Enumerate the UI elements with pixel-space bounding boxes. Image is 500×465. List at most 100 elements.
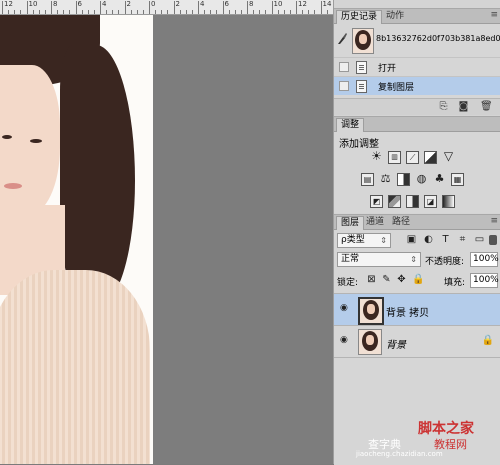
layer-row-background[interactable]: ◉ 背景 🔒: [334, 326, 500, 358]
history-source-checkbox[interactable]: [339, 62, 349, 72]
panel-menu-icon[interactable]: ≡: [490, 216, 498, 226]
tab-paths[interactable]: 路径: [388, 216, 414, 229]
right-panel-dock: 历史记录 动作 ≡ 8b13632762d0f703b381a8ed0... 打…: [333, 0, 500, 464]
layer-name[interactable]: 背景: [386, 336, 406, 351]
levels-icon[interactable]: ▥: [388, 151, 401, 164]
lock-position-icon[interactable]: ✥: [396, 274, 407, 285]
history-panel-tabs: 历史记录 动作 ≡: [334, 9, 500, 24]
tab-actions[interactable]: 动作: [382, 10, 408, 23]
blend-mode-value: 正常: [341, 254, 359, 264]
ruler-major-tick: [76, 1, 77, 14]
history-snapshot[interactable]: 8b13632762d0f703b381a8ed0...: [334, 25, 500, 55]
ruler-minor-tick: [192, 10, 193, 14]
curves-icon[interactable]: ⟋: [406, 151, 419, 164]
layer-filter-kind-value: ρ类型: [341, 235, 365, 245]
lock-fill-row: 锁定: ⊠ ✎ ✥ 🔒 填充: 100%: [334, 272, 500, 290]
layers-panel-tabs: 图层 通道 路径 ≡: [334, 215, 500, 230]
ruler-minor-tick: [308, 10, 309, 14]
ruler-label: 12: [4, 0, 13, 8]
history-brush-icon[interactable]: [337, 33, 347, 45]
tab-adjustments[interactable]: 调整: [336, 118, 364, 132]
layer-row-background-copy[interactable]: ◉ 背景 拷贝: [334, 294, 500, 326]
filter-shape-icon[interactable]: ⌗: [457, 234, 468, 245]
color-lookup-icon[interactable]: ▦: [451, 173, 464, 186]
ruler-major-tick: [100, 1, 101, 14]
ruler-minor-tick: [94, 10, 95, 14]
adjustments-row-1: ☀ ▥ ⟋ ▽: [334, 151, 500, 167]
layer-filter-kind-dropdown[interactable]: ρ类型 ⇕: [337, 233, 391, 248]
tab-channels[interactable]: 通道: [362, 216, 388, 229]
brightness-contrast-icon[interactable]: ☀: [370, 151, 383, 164]
ruler-minor-tick: [57, 10, 58, 14]
adjustments-row-2: ▤ ⚖ ◍ ♣ ▦: [334, 173, 500, 189]
ruler-minor-tick: [265, 10, 266, 14]
history-panel: 历史记录 动作 ≡ 8b13632762d0f703b381a8ed0... 打…: [334, 8, 500, 115]
lock-transparent-pixels-icon[interactable]: ⊠: [366, 274, 377, 285]
filter-toggle-switch[interactable]: [489, 235, 497, 245]
blend-mode-dropdown[interactable]: 正常 ⇕: [337, 252, 421, 267]
layers-list: ◉ 背景 拷贝 ◉ 背景 🔒: [334, 293, 500, 364]
tab-layers[interactable]: 图层: [336, 216, 364, 230]
filter-adjustment-icon[interactable]: ◐: [423, 234, 434, 245]
exposure-icon[interactable]: [424, 151, 437, 164]
watermark-title: 脚本之家: [418, 418, 474, 438]
ruler-minor-tick: [20, 10, 21, 14]
lock-image-pixels-icon[interactable]: ✎: [381, 274, 392, 285]
vibrance-icon[interactable]: ▽: [442, 151, 455, 164]
adjustments-panel-tabs: 调整: [334, 117, 500, 132]
history-state-label: 复制图层: [378, 80, 414, 93]
history-source-checkbox[interactable]: [339, 81, 349, 91]
selective-color-icon[interactable]: ◪: [424, 195, 437, 208]
lock-all-icon[interactable]: 🔒: [412, 274, 423, 285]
ruler-major-tick: [296, 1, 297, 14]
color-balance-icon[interactable]: ⚖: [379, 173, 392, 186]
panel-menu-icon[interactable]: ≡: [490, 10, 498, 20]
black-white-icon[interactable]: [397, 173, 410, 186]
trash-icon[interactable]: 🗑: [480, 102, 491, 112]
ruler-minor-tick: [229, 10, 230, 14]
hue-saturation-icon[interactable]: ▤: [361, 173, 374, 186]
new-document-from-state-icon[interactable]: ⎘: [438, 102, 449, 112]
invert-icon[interactable]: ◩: [370, 195, 383, 208]
layer-name[interactable]: 背景 拷贝: [386, 304, 429, 319]
adjustments-row-3: ◩ ◪: [334, 195, 500, 211]
ruler-label: 8: [249, 0, 253, 8]
tab-history[interactable]: 历史记录: [336, 10, 382, 24]
photo-filter-icon[interactable]: ◍: [415, 173, 428, 186]
ruler-label: 4: [200, 0, 204, 8]
opacity-field[interactable]: 100%: [470, 252, 498, 267]
document-canvas[interactable]: [0, 15, 153, 464]
document-workspace[interactable]: 1210864202468101214: [0, 0, 333, 464]
filter-pixel-icon[interactable]: ▣: [406, 234, 417, 245]
ruler-minor-tick: [14, 10, 15, 14]
history-state-open[interactable]: 打开: [334, 57, 500, 76]
filter-smart-object-icon[interactable]: ▭: [474, 234, 485, 245]
ruler-major-tick: [272, 1, 273, 14]
camera-snapshot-icon[interactable]: ◙: [458, 102, 469, 112]
ruler-minor-tick: [131, 10, 132, 14]
gradient-map-icon[interactable]: [442, 195, 455, 208]
ruler-minor-tick: [327, 10, 328, 14]
ruler-minor-tick: [45, 10, 46, 14]
photo-eye-right: [30, 139, 42, 143]
eye-visibility-icon[interactable]: ◉: [340, 336, 350, 345]
ruler-label: 10: [29, 0, 38, 8]
ruler-minor-tick: [155, 10, 156, 14]
ruler-minor-tick: [302, 10, 303, 14]
eye-visibility-icon[interactable]: ◉: [340, 304, 350, 313]
channel-mixer-icon[interactable]: ♣: [433, 173, 446, 186]
ruler-minor-tick: [284, 10, 285, 14]
posterize-icon[interactable]: [388, 195, 401, 208]
history-state-duplicate-layer[interactable]: 复制图层: [334, 76, 500, 95]
document-icon: [356, 61, 367, 74]
fill-field[interactable]: 100%: [470, 273, 498, 288]
ruler-minor-tick: [69, 10, 70, 14]
ruler-label: 2: [127, 0, 131, 8]
filter-type-icon[interactable]: T: [440, 234, 451, 245]
threshold-icon[interactable]: [406, 195, 419, 208]
horizontal-ruler[interactable]: 1210864202468101214: [0, 0, 333, 15]
ruler-minor-tick: [39, 10, 40, 14]
ruler-major-tick: [51, 1, 52, 14]
snapshot-name: 8b13632762d0f703b381a8ed0...: [376, 34, 500, 43]
ruler-minor-tick: [8, 10, 9, 14]
